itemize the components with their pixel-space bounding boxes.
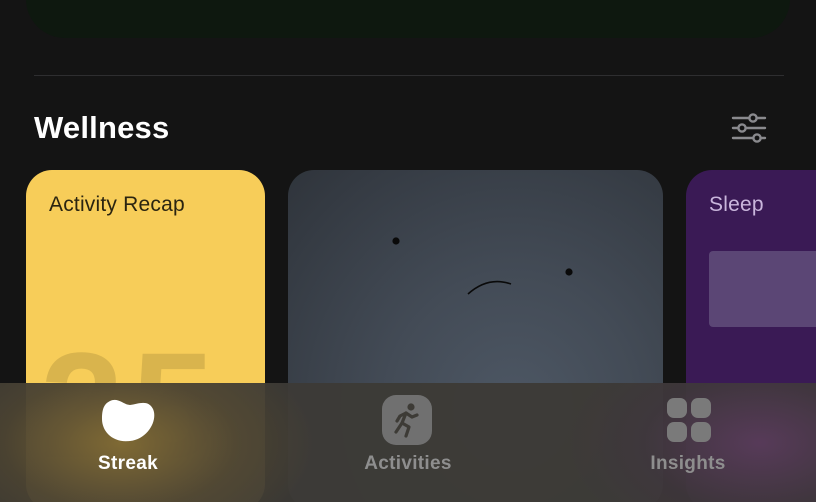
app-screen: Wellness Activity Recap 25 Slee xyxy=(0,0,816,502)
tab-activities-label: Activities xyxy=(364,453,452,474)
tab-activities[interactable]: Activities xyxy=(272,383,544,502)
filter-settings-button[interactable] xyxy=(728,110,770,146)
top-card[interactable] xyxy=(26,0,790,38)
sleep-chart-bar xyxy=(709,251,816,327)
face-right-eye xyxy=(565,268,573,276)
bottom-tab-bar: Streak Activities Insights xyxy=(0,383,816,502)
section-divider xyxy=(34,75,784,76)
tab-streak[interactable]: Streak xyxy=(0,383,272,502)
sleep-card-title: Sleep xyxy=(709,193,764,216)
activity-recap-title: Activity Recap xyxy=(49,193,185,216)
running-person-icon xyxy=(382,395,432,445)
tab-streak-label: Streak xyxy=(98,453,158,474)
section-title: Wellness xyxy=(34,110,170,145)
tab-insights-label: Insights xyxy=(650,453,726,474)
tab-insights[interactable]: Insights xyxy=(544,383,816,502)
face-mouth xyxy=(467,280,512,295)
streak-icon xyxy=(102,399,155,442)
face-left-eye xyxy=(392,237,400,245)
sliders-icon xyxy=(731,113,767,143)
grid-icon xyxy=(667,398,711,442)
